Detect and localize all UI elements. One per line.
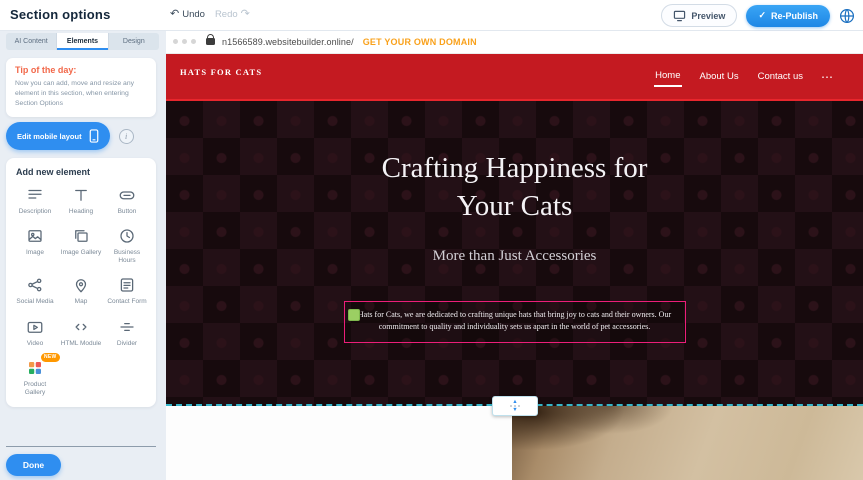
social-media-icon [25, 275, 45, 295]
arrow-down-icon: ▼ [512, 407, 517, 413]
hero-title: Crafting Happiness forYour Cats [166, 149, 863, 226]
html-module-icon [71, 317, 91, 337]
app-window: Section options ↶ Undo Redo ↷ Preview ✓ … [0, 0, 863, 480]
undo-icon: ↶ [170, 9, 179, 20]
window-dot-icon [191, 39, 196, 44]
page-title: Section options [10, 7, 111, 22]
add-new-element-panel: Add new element Description Heading Butt… [6, 158, 156, 407]
heading-icon [71, 185, 91, 205]
element-option-image-gallery[interactable]: Image Gallery [59, 226, 103, 265]
done-button[interactable]: Done [6, 454, 61, 476]
tip-title: Tip of the day: [15, 65, 147, 75]
contact-form-icon [117, 275, 137, 295]
tab-ai-content[interactable]: AI Content [6, 33, 57, 50]
element-option-button[interactable]: Button [105, 185, 149, 216]
panel-title: Add new element [16, 167, 149, 177]
preview-button[interactable]: Preview [661, 4, 737, 27]
element-grid: Description Heading Button Image Image G [13, 185, 149, 397]
map-icon [71, 275, 91, 295]
republish-label: Re-Publish [771, 11, 818, 21]
site-url: n1566589.websitebuilder.online/ [222, 37, 354, 47]
image-gallery-icon [71, 226, 91, 246]
element-option-html-module[interactable]: HTML Module [59, 317, 103, 348]
info-icon[interactable]: i [119, 129, 134, 144]
monitor-icon [673, 10, 686, 22]
element-option-divider[interactable]: Divider [105, 317, 149, 348]
element-option-image[interactable]: Image [13, 226, 57, 265]
republish-button[interactable]: ✓ Re-Publish [746, 5, 830, 27]
image-icon [25, 226, 45, 246]
element-drag-handle[interactable] [348, 309, 360, 321]
business-hours-icon [117, 226, 137, 246]
preview-label: Preview [691, 11, 725, 21]
element-option-product-gallery[interactable]: NEW Product Gallery [13, 358, 57, 397]
window-dot-icon [182, 39, 187, 44]
tip-of-the-day-card: Tip of the day: Now you can add, move an… [6, 58, 156, 117]
divider-icon [117, 317, 137, 337]
site-nav: Home About Us Contact us ⋯ [654, 54, 833, 99]
window-dot-icon [173, 39, 178, 44]
element-option-business-hours[interactable]: Business Hours [105, 226, 149, 265]
undo-button[interactable]: ↶ Undo [170, 9, 205, 20]
next-section [166, 406, 863, 480]
browser-bar: n1566589.websitebuilder.online/ GET YOUR… [166, 30, 863, 54]
element-option-heading[interactable]: Heading [59, 185, 103, 216]
edit-mobile-label: Edit mobile layout [17, 132, 82, 141]
redo-button[interactable]: Redo ↷ [215, 9, 250, 20]
hero-section[interactable]: Crafting Happiness forYour Cats More tha… [166, 99, 863, 406]
sidebar: AI Content Elements Design Tip of the da… [0, 30, 166, 480]
history-controls: ↶ Undo Redo ↷ [170, 9, 250, 20]
language-globe-icon[interactable] [839, 8, 855, 24]
site-logo[interactable]: HATS FOR CATS [180, 67, 262, 77]
tip-body: Now you can add, move and resize any ele… [15, 79, 147, 110]
video-icon [25, 317, 45, 337]
tab-elements[interactable]: Elements [57, 33, 108, 50]
nav-item-contact-us[interactable]: Contact us [757, 67, 804, 86]
hero-subtitle: More than Just Accessories [166, 248, 863, 265]
check-icon: ✓ [758, 10, 766, 21]
edit-mobile-layout-button[interactable]: Edit mobile layout [6, 122, 110, 150]
site-preview-canvas: n1566589.websitebuilder.online/ GET YOUR… [166, 30, 863, 480]
top-toolbar: Section options ↶ Undo Redo ↷ Preview ✓ … [0, 0, 863, 31]
lock-icon [206, 38, 215, 45]
cat-paws-photo [512, 406, 863, 480]
get-domain-link[interactable]: GET YOUR OWN DOMAIN [363, 37, 477, 47]
element-option-map[interactable]: Map [59, 275, 103, 306]
tab-design[interactable]: Design [109, 33, 159, 50]
section-resize-handle[interactable]: ▲ ▼ [492, 396, 538, 416]
sidebar-divider [6, 446, 156, 447]
element-option-description[interactable]: Description [13, 185, 57, 216]
hero-body-text: Hats for Cats, we are dedicated to craft… [355, 309, 675, 334]
topbar-actions: Preview ✓ Re-Publish [661, 4, 855, 27]
site-header: HATS FOR CATS Home About Us Contact us ⋯ [166, 54, 863, 99]
description-icon [25, 185, 45, 205]
element-option-video[interactable]: Video [13, 317, 57, 348]
redo-label: Redo [215, 9, 238, 20]
nav-item-about-us[interactable]: About Us [699, 67, 740, 86]
element-option-contact-form[interactable]: Contact Form [105, 275, 149, 306]
nav-item-home[interactable]: Home [654, 66, 681, 87]
element-option-social-media[interactable]: Social Media [13, 275, 57, 306]
undo-label: Undo [182, 9, 205, 20]
new-badge: NEW [41, 353, 60, 362]
redo-icon: ↷ [241, 9, 250, 20]
phone-icon [89, 129, 99, 143]
button-icon [117, 185, 137, 205]
sidebar-tabs: AI Content Elements Design [6, 33, 159, 50]
hero-text-element[interactable]: Hats for Cats, we are dedicated to craft… [344, 301, 686, 343]
edit-mobile-row: Edit mobile layout i [6, 122, 134, 150]
